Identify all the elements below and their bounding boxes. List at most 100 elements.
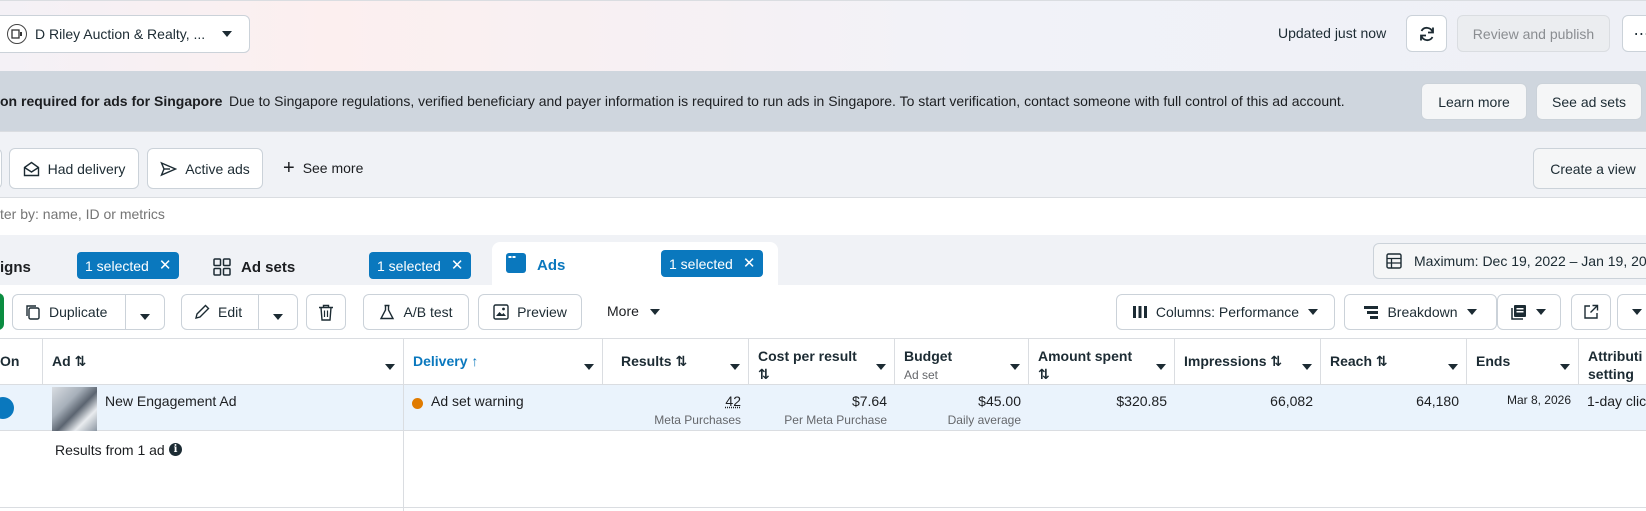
update-status: Updated just now [1278, 25, 1387, 41]
tab-campaigns-label: igns [0, 259, 31, 276]
preview-label: Preview [517, 304, 567, 320]
date-range-picker[interactable]: Maximum: Dec 19, 2022 – Jan 19, 202 [1373, 243, 1646, 279]
close-icon[interactable]: ✕ [743, 256, 756, 271]
preview-button[interactable]: Preview [478, 294, 582, 330]
learn-more-button[interactable]: Learn more [1421, 83, 1527, 120]
create-view-button[interactable]: Create a view [1533, 148, 1646, 189]
col-cost-per-result[interactable]: Cost per result ⇅ [749, 339, 895, 385]
col-attribution[interactable]: Attributi setting [1579, 339, 1646, 385]
col-on-label: On [0, 353, 20, 369]
col-delivery[interactable]: Delivery ↑ [404, 339, 603, 385]
date-range-label: Maximum: Dec 19, 2022 – Jan 19, 202 [1414, 253, 1646, 269]
table-bottom-border [0, 507, 1646, 508]
ad-thumbnail [52, 387, 97, 431]
active-ads-filter[interactable]: Active ads [147, 148, 263, 189]
chevron-down-icon[interactable] [1010, 357, 1020, 373]
chevron-down-icon [649, 303, 661, 319]
tab-campaigns[interactable]: igns 1 selected ✕ [0, 245, 190, 285]
more-dropdown[interactable]: More [607, 303, 661, 319]
account-icon [7, 24, 27, 44]
chevron-down-icon[interactable] [139, 308, 151, 324]
reports-icon [1511, 304, 1527, 320]
col-budget[interactable]: Budget Ad set [895, 339, 1029, 385]
chevron-down-icon[interactable] [1302, 357, 1312, 373]
reports-dropdown[interactable] [1497, 294, 1561, 330]
refresh-button[interactable] [1406, 15, 1447, 52]
col-impressions[interactable]: Impressions ⇅ [1175, 339, 1321, 385]
account-selector[interactable]: D Riley Auction & Realty, ... [0, 15, 250, 53]
info-icon[interactable]: i [169, 443, 182, 456]
table-row[interactable]: New Engagement Ad Ad set warning 42 Meta… [0, 385, 1646, 431]
sort-icon: ⇅ [675, 353, 688, 369]
budget-cell: $45.00 Daily average [895, 385, 1029, 431]
chevron-down-icon [1535, 308, 1547, 316]
sort-icon: ⇅ [74, 353, 87, 369]
create-button-edge[interactable] [0, 293, 4, 330]
ad-name[interactable]: New Engagement Ad [105, 393, 237, 409]
copy-icon [25, 304, 41, 320]
reach-value: 64,180 [1416, 393, 1459, 409]
banner-title: on required for ads for Singapore [0, 93, 223, 109]
col-cost-label: Cost per result ⇅ [758, 348, 857, 382]
col-on[interactable]: On [0, 339, 43, 385]
duplicate-dropdown[interactable] [125, 295, 126, 329]
ads-selected-chip[interactable]: 1 selected ✕ [661, 250, 764, 277]
close-icon[interactable]: ✕ [159, 258, 172, 273]
export-button[interactable] [1571, 294, 1611, 330]
col-results-label: Results ⇅ [621, 353, 688, 369]
edit-label: Edit [218, 304, 243, 320]
results-value[interactable]: 42 [725, 393, 741, 409]
budget-sub: Daily average [947, 413, 1021, 427]
chevron-down-icon [1631, 308, 1643, 316]
tab-ad-sets[interactable]: Ad sets 1 selected ✕ [200, 245, 484, 285]
tab-ads-label: Ads [537, 257, 566, 274]
more-options-button[interactable]: ⋯ [1622, 15, 1646, 52]
flask-icon [379, 304, 395, 320]
chevron-down-icon[interactable] [584, 357, 594, 373]
columns-dropdown[interactable]: Columns: Performance [1116, 294, 1335, 330]
col-amount-label: Amount spent ⇅ [1038, 348, 1133, 382]
ab-test-button[interactable]: A/B test [363, 294, 469, 330]
col-budget-label: Budget Ad set [904, 348, 953, 382]
search-input[interactable] [0, 206, 600, 222]
chevron-down-icon[interactable] [1448, 357, 1458, 373]
tab-ads[interactable]: Ads 1 selected ✕ [492, 242, 778, 288]
on-toggle[interactable] [0, 397, 14, 419]
chevron-down-icon[interactable] [876, 357, 886, 373]
close-icon[interactable]: ✕ [451, 258, 464, 273]
breakdown-label: Breakdown [1387, 304, 1458, 320]
edit-divider [258, 295, 259, 329]
review-publish-button[interactable]: Review and publish [1457, 15, 1610, 52]
see-ad-sets-button[interactable]: See ad sets [1536, 83, 1642, 120]
col-ad[interactable]: Ad ⇅ [43, 339, 404, 385]
col-reach[interactable]: Reach ⇅ [1321, 339, 1467, 385]
summary-area: Results from 1 ad i [0, 431, 1646, 511]
sort-icon: ⇅ [1375, 353, 1388, 369]
breakdown-dropdown[interactable]: Breakdown [1344, 294, 1497, 330]
delete-button[interactable] [306, 294, 346, 330]
chevron-down-icon[interactable] [272, 308, 284, 324]
search-bar[interactable] [0, 197, 1646, 235]
col-amount-spent[interactable]: Amount spent ⇅ [1029, 339, 1175, 385]
see-more-filters[interactable]: + See more [283, 158, 363, 178]
pencil-icon [194, 304, 210, 320]
chevron-down-icon[interactable] [385, 357, 395, 373]
tab-ad-sets-label: Ad sets [241, 259, 296, 276]
had-delivery-filter[interactable]: Had delivery [9, 148, 139, 189]
chevron-down-icon[interactable] [1560, 357, 1570, 373]
adsets-selected-chip[interactable]: 1 selected ✕ [369, 252, 472, 279]
chevron-down-icon[interactable] [1156, 357, 1166, 373]
col-ends[interactable]: Ends [1467, 339, 1579, 385]
campaigns-selected-chip[interactable]: 1 selected ✕ [77, 252, 180, 279]
impressions-cell: 66,082 [1175, 385, 1321, 431]
filter-left-edge[interactable] [0, 148, 2, 189]
calendar-table-icon [1386, 253, 1402, 269]
chevron-down-icon[interactable] [730, 357, 740, 373]
sort-up-icon: ↑ [471, 353, 479, 369]
envelope-open-icon [23, 161, 40, 177]
export-dropdown[interactable] [1617, 294, 1646, 330]
column-divider [403, 385, 404, 431]
cost-sub: Per Meta Purchase [784, 413, 887, 427]
col-impressions-label: Impressions ⇅ [1184, 353, 1283, 369]
col-results[interactable]: Results ⇅ [603, 339, 749, 385]
